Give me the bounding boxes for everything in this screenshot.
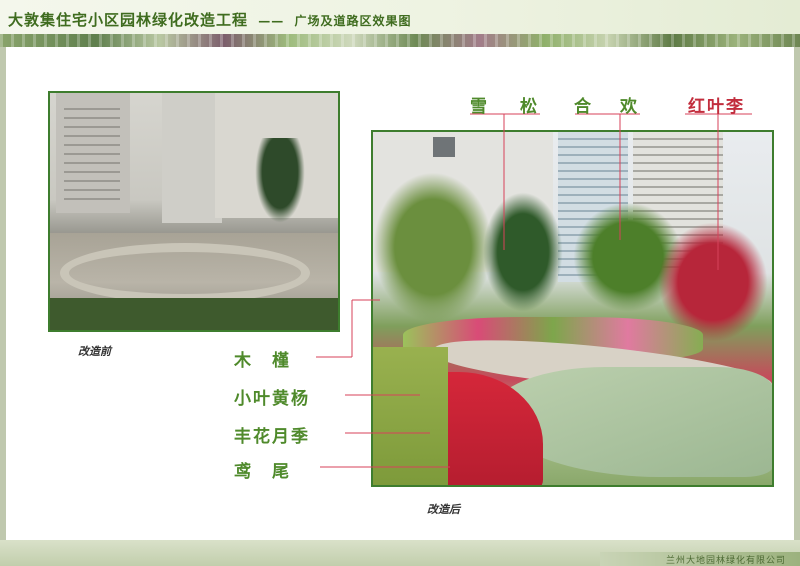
- title-subtitle: 广场及道路区效果图: [294, 14, 412, 28]
- before-caption: 改造前: [78, 345, 111, 358]
- building-windows: [64, 101, 120, 205]
- title-separator: ——: [258, 14, 285, 28]
- plant-label-huan: 欢: [620, 97, 639, 117]
- company-name: 兰州大地园林绿化有限公司: [665, 556, 786, 566]
- after-photo: [371, 130, 774, 487]
- boxwood-hedge: [373, 347, 448, 485]
- before-photo: [48, 91, 340, 332]
- frame-left: [0, 47, 6, 552]
- plant-label-xiaoyehuangyang: 小叶黄杨: [234, 389, 310, 409]
- header-pattern: [0, 34, 800, 47]
- plant-label-song: 松: [520, 97, 539, 117]
- pebble-path: [60, 243, 310, 303]
- plant-label-fenghuayueji: 丰花月季: [234, 427, 310, 447]
- hibiscus-shrub: [373, 172, 493, 322]
- frame-right: [794, 47, 800, 552]
- building: [162, 93, 222, 223]
- plant-label-he: 合: [574, 97, 593, 117]
- plant-label-hongyeli: 红叶李: [688, 97, 745, 117]
- plant-label-yuanwei: 鸢 尾: [234, 462, 291, 482]
- building-window: [433, 137, 455, 157]
- pine-tree: [255, 138, 305, 223]
- page-title: 大敦集住宅小区园林绿化改造工程 —— 广场及道路区效果图: [8, 9, 412, 30]
- plant-label-mujin: 木 槿: [234, 351, 291, 371]
- shrub-edge: [50, 298, 338, 330]
- plant-label-xue: 雪: [470, 97, 489, 117]
- cedar-tree: [483, 192, 563, 312]
- title-main: 大敦集住宅小区园林绿化改造工程: [8, 11, 249, 29]
- after-caption: 改造后: [427, 503, 460, 516]
